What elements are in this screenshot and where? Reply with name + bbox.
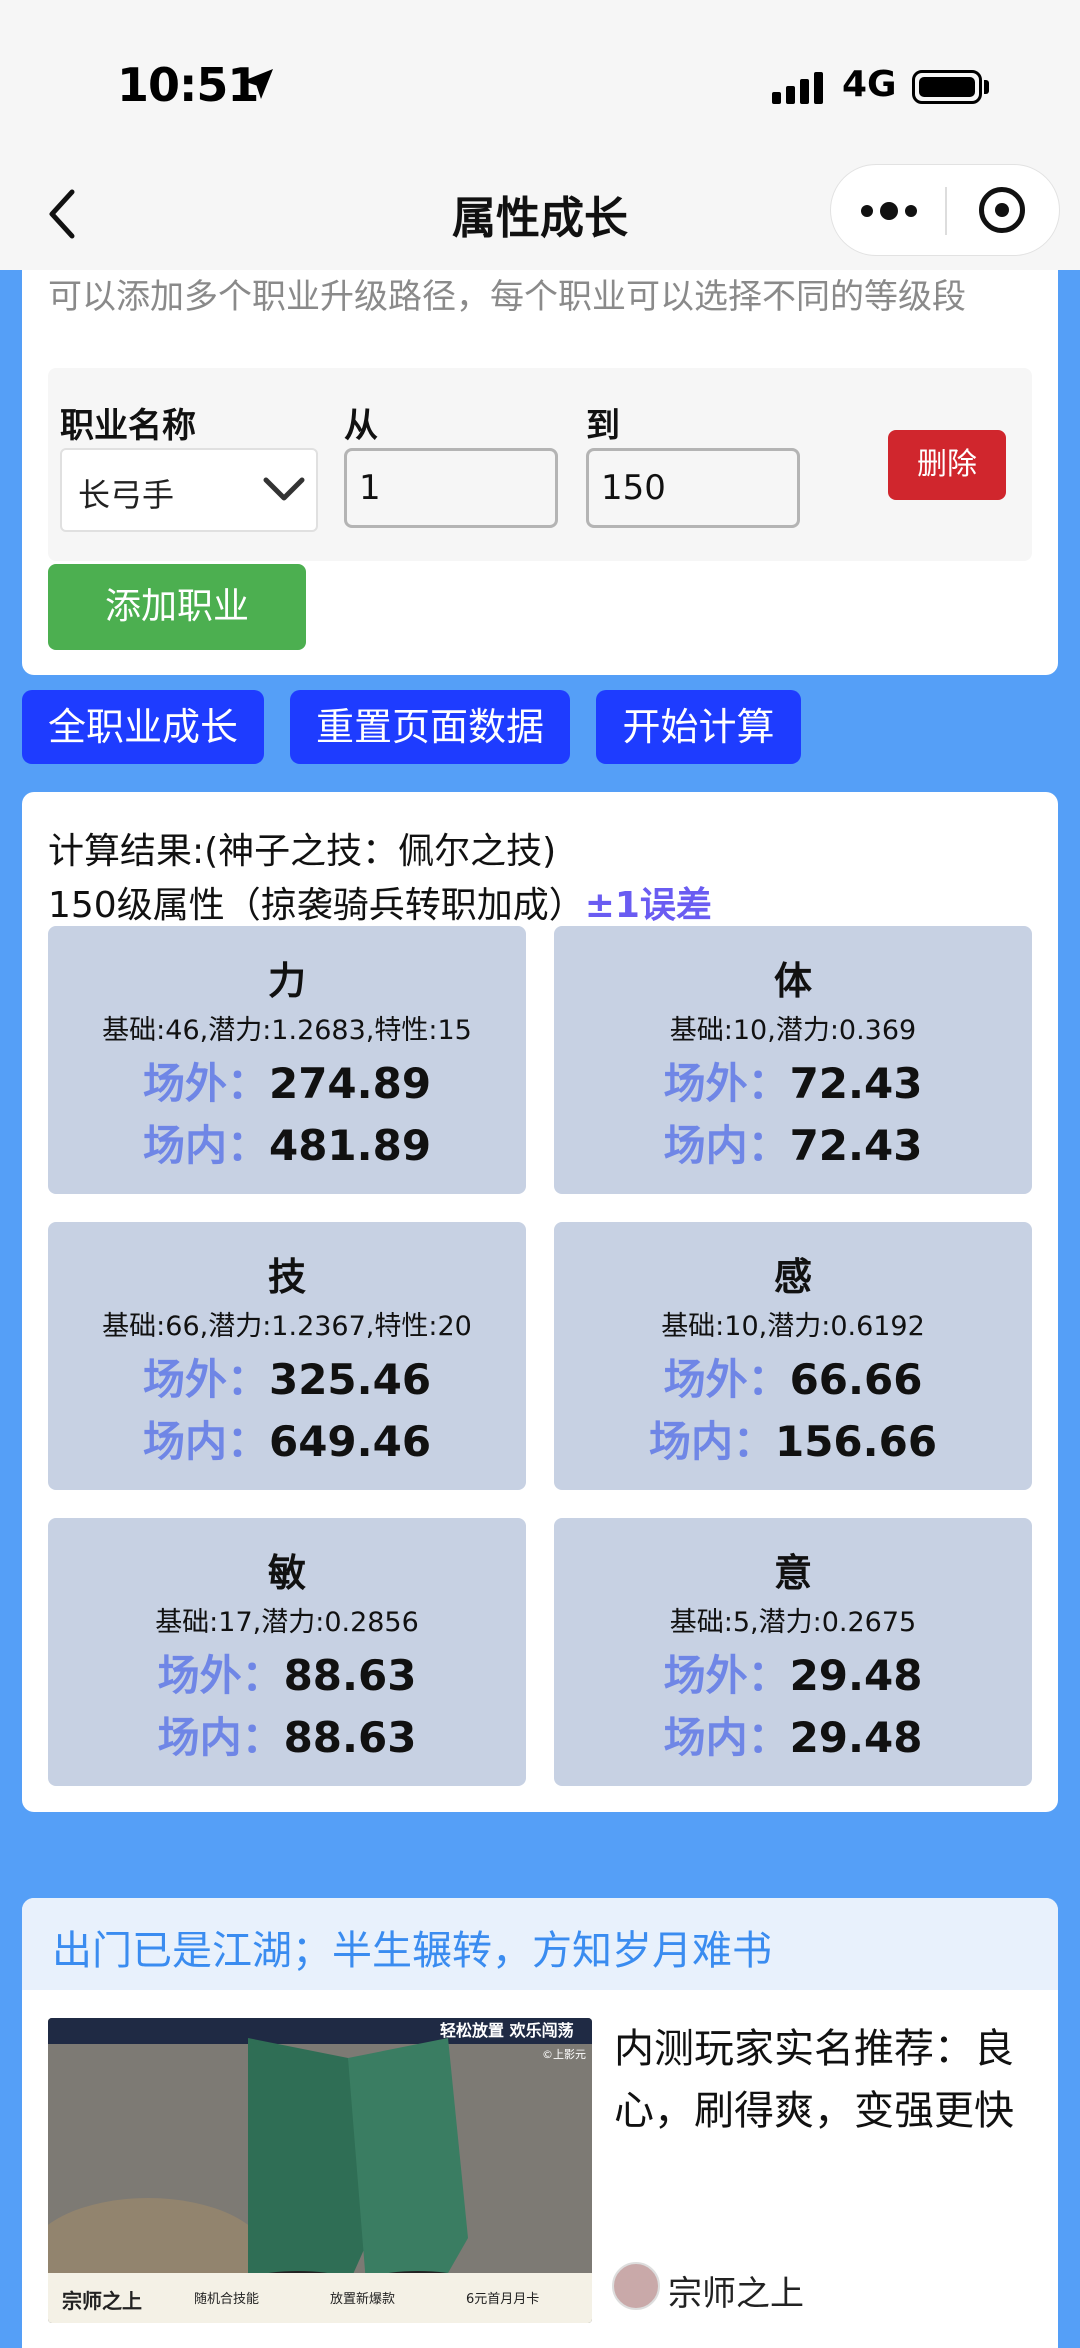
error-note: ±1误差 [584,885,712,926]
stat-card-sense: 感 基础:10,潜力:0.6192 场外：66.66 场内：156.66 [554,1222,1032,1490]
stat-name: 意 [773,1551,812,1595]
job-select[interactable]: 长弓手 [60,448,318,532]
svg-text:宗师之上: 宗师之上 [62,2289,142,2313]
all-jobs-growth-button[interactable]: 全职业成长 [22,690,264,764]
ad-card[interactable]: 出门已是江湖；半生辗转，方知岁月难书 轻松放置 欢乐闯荡 宗师之上 随机合技能 … [22,1898,1058,2348]
stat-inside-value: 156.66 [774,1417,938,1466]
nav-bar: 属性成长 [0,160,1080,270]
from-label: 从 [344,406,378,446]
delete-button[interactable]: 删除 [888,430,1006,500]
stat-inside-value: 72.43 [789,1121,923,1170]
chevron-down-icon [263,477,305,501]
stat-card-will: 意 基础:5,潜力:0.2675 场外：29.48 场内：29.48 [554,1518,1032,1786]
mini-program-capsule [830,164,1060,256]
stat-card-agi: 敏 基础:17,潜力:0.2856 场外：88.63 场内：88.63 [48,1518,526,1786]
to-level-input[interactable] [586,448,800,528]
status-bar: 10:51 4G [0,0,1080,160]
ad-text[interactable]: 内测玩家实名推荐：良心，刷得爽，变强更快 [614,2018,1044,2142]
svg-text:6元首月月卡: 6元首月月卡 [466,2292,539,2307]
result-subtitle: 150级属性（掠袭骑兵转职加成）±1误差 [48,885,712,926]
add-job-button[interactable]: 添加职业 [48,564,306,650]
stat-name: 技 [267,1255,306,1299]
svg-text:轻松放置 欢乐闯荡: 轻松放置 欢乐闯荡 [440,2021,574,2040]
battery-icon [912,70,982,104]
stat-card-str: 力 基础:46,潜力:1.2683,特性:15 场外：274.89 场内：481… [48,926,526,1194]
stat-inside-value: 29.48 [789,1713,923,1762]
stat-outside-value: 274.89 [268,1059,432,1108]
ad-illustration: 轻松放置 欢乐闯荡 宗师之上 随机合技能 放置新爆款 6元首月月卡 ©上影元 [48,2018,592,2323]
stat-name: 敏 [267,1551,306,1595]
close-miniprogram-icon[interactable] [979,187,1025,233]
stat-base: 基础:46,潜力:1.2683,特性:15 [102,1015,472,1046]
reset-page-button[interactable]: 重置页面数据 [290,690,570,764]
result-title: 计算结果:(神子之技：佩尔之技) [48,831,557,872]
stat-base: 基础:17,潜力:0.2856 [155,1607,419,1638]
job-name-label: 职业名称 [60,406,196,446]
job-path-card: 可以添加多个职业升级路径，每个职业可以选择不同的等级段 职业名称 从 到 长弓手… [22,270,1058,675]
stat-outside-value: 325.46 [268,1355,432,1404]
stat-base: 基础:10,潜力:0.6192 [661,1311,925,1342]
stat-base: 基础:66,潜力:1.2367,特性:20 [102,1311,472,1342]
stat-outside-value: 29.48 [789,1651,923,1700]
stat-name: 力 [267,959,306,1003]
description-text: 可以添加多个职业升级路径，每个职业可以选择不同的等级段 [48,277,966,317]
network-type: 4G [842,64,897,105]
author-name: 宗师之上 [668,2274,804,2314]
to-label: 到 [586,406,620,446]
svg-text:放置新爆款: 放置新爆款 [330,2291,395,2307]
job-row: 职业名称 从 到 长弓手 删除 [48,368,1032,561]
stat-outside-value: 66.66 [789,1355,923,1404]
ad-image[interactable]: 轻松放置 欢乐闯荡 宗师之上 随机合技能 放置新爆款 6元首月月卡 ©上影元 [48,2018,592,2323]
more-icon[interactable] [861,201,917,221]
stat-base: 基础:5,潜力:0.2675 [669,1607,917,1638]
location-arrow-icon [243,69,273,99]
stat-outside-value: 88.63 [283,1651,417,1700]
job-select-value: 长弓手 [78,476,175,514]
status-time: 10:51 [117,58,259,112]
stat-name: 体 [773,959,812,1003]
stat-card-tech: 技 基础:66,潜力:1.2367,特性:20 场外：325.46 场内：649… [48,1222,526,1490]
ad-heading: 出门已是江湖；半生辗转，方知岁月难书 [52,1928,772,1974]
signal-icon [772,72,823,104]
avatar [612,2262,660,2310]
stat-card-con: 体 基础:10,潜力:0.369 场外：72.43 场内：72.43 [554,926,1032,1194]
stat-inside-value: 88.63 [283,1713,417,1762]
stat-inside-value: 649.46 [268,1417,432,1466]
stat-name: 感 [773,1255,812,1299]
result-card: 计算结果:(神子之技：佩尔之技) 150级属性（掠袭骑兵转职加成）±1误差 力 … [22,792,1058,1812]
stat-inside-value: 481.89 [268,1121,432,1170]
from-level-input[interactable] [344,448,558,528]
start-calculation-button[interactable]: 开始计算 [596,690,801,764]
svg-text:随机合技能: 随机合技能 [194,2292,259,2307]
svg-text:©上影元: ©上影元 [542,2048,586,2061]
stat-outside-value: 72.43 [789,1059,923,1108]
ad-header: 出门已是江湖；半生辗转，方知岁月难书 [22,1898,1058,1990]
stat-base: 基础:10,潜力:0.369 [669,1015,917,1046]
